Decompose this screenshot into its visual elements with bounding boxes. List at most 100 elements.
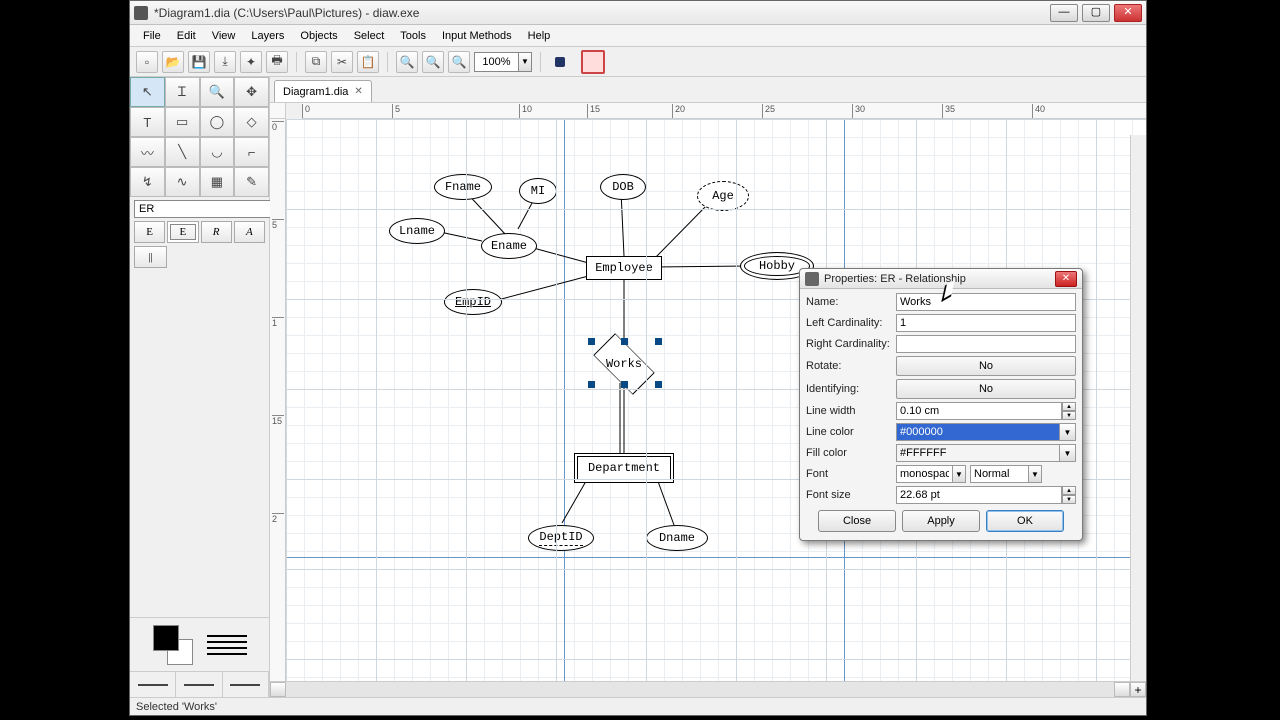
- attr-lname[interactable]: Lname: [389, 218, 445, 244]
- er-weak-entity-icon[interactable]: E: [167, 221, 198, 243]
- bezier-tool[interactable]: ∿: [165, 167, 200, 197]
- line-mid[interactable]: [176, 672, 222, 697]
- grid-dot-icon[interactable]: [555, 57, 565, 67]
- menu-view[interactable]: View: [205, 28, 243, 44]
- polyline-tool[interactable]: ↯: [130, 167, 165, 197]
- scroll-right-icon[interactable]: [1114, 682, 1130, 697]
- spin-down-icon[interactable]: ▼: [1062, 495, 1076, 504]
- font-style-select[interactable]: [970, 465, 1028, 483]
- font-family-select[interactable]: [896, 465, 952, 483]
- zoom-input[interactable]: [474, 52, 518, 72]
- menu-file[interactable]: File: [136, 28, 168, 44]
- menu-help[interactable]: Help: [521, 28, 558, 44]
- dialog-close-button[interactable]: ✕: [1055, 271, 1077, 287]
- attr-dname[interactable]: Dname: [646, 525, 708, 551]
- zoom-fit-icon[interactable]: 🔍: [448, 51, 470, 73]
- outline-tool[interactable]: ✎: [234, 167, 269, 197]
- er-participation-icon[interactable]: ||: [134, 246, 167, 268]
- document-tab[interactable]: Diagram1.dia ✕: [274, 80, 372, 102]
- close-icon[interactable]: ✕: [354, 86, 362, 97]
- chevron-down-icon[interactable]: ▼: [518, 52, 532, 72]
- new-icon[interactable]: ▫: [136, 51, 158, 73]
- sheet-selector[interactable]: ▼: [134, 200, 265, 218]
- handle[interactable]: [588, 381, 595, 388]
- arc-tool[interactable]: ◡: [200, 137, 235, 167]
- polygon-tool[interactable]: ◇: [234, 107, 269, 137]
- entity-employee[interactable]: Employee: [586, 256, 662, 280]
- zoom-combo[interactable]: ▼: [474, 52, 532, 72]
- scroll-tool[interactable]: ✥: [234, 77, 269, 107]
- add-page-icon[interactable]: +: [1130, 682, 1146, 697]
- spin-down-icon[interactable]: ▼: [1062, 411, 1076, 420]
- pointer-tool[interactable]: ↖: [130, 77, 165, 107]
- name-input[interactable]: [896, 293, 1076, 311]
- attr-age[interactable]: Age: [697, 181, 749, 211]
- text-tool[interactable]: T: [130, 107, 165, 137]
- left-cardinality-input[interactable]: [896, 314, 1076, 332]
- snap-toggle[interactable]: [581, 50, 605, 74]
- line-style-row[interactable]: [130, 671, 269, 697]
- handle[interactable]: [588, 338, 595, 345]
- zoom-in-icon[interactable]: 🔍: [396, 51, 418, 73]
- attr-empid[interactable]: EmpID: [444, 289, 502, 315]
- open-icon[interactable]: 📂: [162, 51, 184, 73]
- chevron-down-icon[interactable]: ▼: [1060, 423, 1076, 441]
- scrollbar-vertical[interactable]: [1130, 135, 1146, 681]
- attr-deptid[interactable]: DeptID: [528, 525, 594, 551]
- identifying-toggle[interactable]: No: [896, 379, 1076, 399]
- menu-select[interactable]: Select: [347, 28, 392, 44]
- chevron-down-icon[interactable]: ▼: [1060, 444, 1076, 462]
- image-tool[interactable]: ▦: [200, 167, 235, 197]
- color-picker[interactable]: [130, 617, 269, 671]
- chevron-down-icon[interactable]: ▼: [952, 465, 966, 483]
- paste-icon[interactable]: 📋: [357, 51, 379, 73]
- cut-icon[interactable]: ✂: [331, 51, 353, 73]
- spin-up-icon[interactable]: ▲: [1062, 486, 1076, 495]
- copy-icon[interactable]: ⧉: [305, 51, 327, 73]
- attr-dob[interactable]: DOB: [600, 174, 646, 200]
- er-entity-icon[interactable]: E: [134, 221, 165, 243]
- box-tool[interactable]: ▭: [165, 107, 200, 137]
- zoom-out-icon[interactable]: 🔍: [422, 51, 444, 73]
- menu-layers[interactable]: Layers: [244, 28, 291, 44]
- saveas-icon[interactable]: ⤓: [214, 51, 236, 73]
- zigzag-tool[interactable]: ⌐: [234, 137, 269, 167]
- rotate-toggle[interactable]: No: [896, 356, 1076, 376]
- fg-bg-swatch[interactable]: [153, 625, 193, 665]
- ok-button[interactable]: OK: [986, 510, 1064, 532]
- line-start[interactable]: [130, 672, 176, 697]
- print-icon[interactable]: 🖶: [266, 51, 288, 73]
- line-width-input[interactable]: [896, 402, 1062, 420]
- menu-objects[interactable]: Objects: [293, 28, 344, 44]
- chevron-down-icon[interactable]: ▼: [1028, 465, 1042, 483]
- maximize-button[interactable]: ▢: [1082, 4, 1110, 22]
- close-button[interactable]: ✕: [1114, 4, 1142, 22]
- sheet-input[interactable]: [134, 200, 285, 218]
- font-size-input[interactable]: [896, 486, 1062, 504]
- right-cardinality-input[interactable]: [896, 335, 1076, 353]
- scroll-left-icon[interactable]: [270, 682, 286, 697]
- fg-color[interactable]: [153, 625, 179, 651]
- er-relationship-icon[interactable]: R: [201, 221, 232, 243]
- line-end[interactable]: [223, 672, 269, 697]
- handle[interactable]: [621, 381, 628, 388]
- menu-edit[interactable]: Edit: [170, 28, 203, 44]
- export-icon[interactable]: ✦: [240, 51, 262, 73]
- menu-tools[interactable]: Tools: [393, 28, 433, 44]
- close-button[interactable]: Close: [818, 510, 896, 532]
- menu-input-methods[interactable]: Input Methods: [435, 28, 519, 44]
- handle[interactable]: [621, 338, 628, 345]
- apply-button[interactable]: Apply: [902, 510, 980, 532]
- save-icon[interactable]: 💾: [188, 51, 210, 73]
- attr-ename[interactable]: Ename: [481, 233, 537, 259]
- handle[interactable]: [655, 381, 662, 388]
- attr-fname[interactable]: Fname: [434, 174, 492, 200]
- attr-mi[interactable]: MI: [519, 178, 557, 204]
- beziergon-tool[interactable]: 〰: [130, 137, 165, 167]
- line-color-swatch[interactable]: #000000: [896, 423, 1060, 441]
- handle[interactable]: [655, 338, 662, 345]
- entity-department[interactable]: Department: [574, 453, 674, 483]
- text-caret-tool[interactable]: Ꮖ: [165, 77, 200, 107]
- zoom-tool[interactable]: 🔍: [200, 77, 235, 107]
- ellipse-tool[interactable]: ◯: [200, 107, 235, 137]
